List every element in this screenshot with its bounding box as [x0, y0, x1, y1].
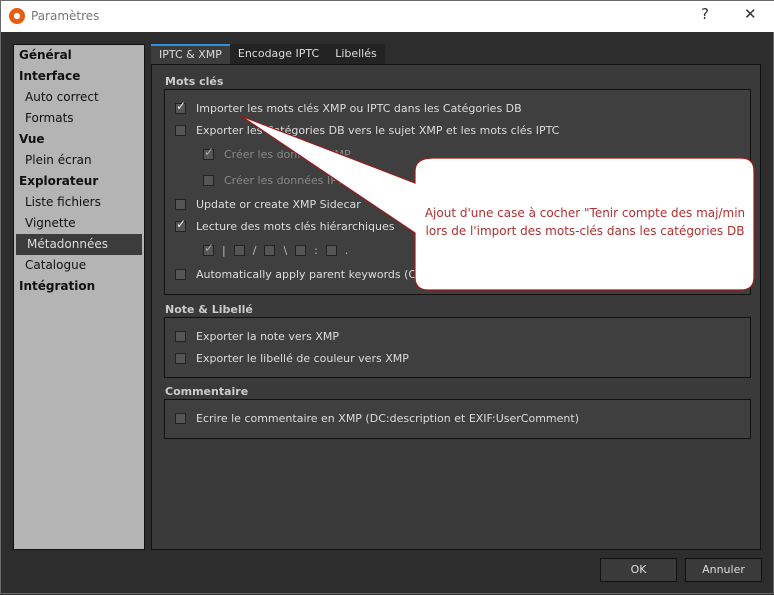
sidebar-item-formats[interactable]: Formats [14, 108, 144, 129]
separator-checkbox[interactable] [233, 245, 245, 256]
checkbox-checked[interactable] [203, 145, 214, 160]
checkbox-label: Lecture des mots clés hiérarchiques [196, 220, 395, 233]
export-color-label-checkbox[interactable]: Exporter le libellé de couleur vers XMP [175, 352, 409, 365]
sidebar-item-auto-correct[interactable]: Auto correct [14, 87, 144, 108]
create-xmp-checkbox[interactable]: Créer les données XMP [203, 145, 351, 161]
tab-iptc-xmp[interactable]: IPTC & XMP [151, 44, 230, 65]
separator-label: \ [283, 244, 288, 257]
checkbox-label: Exporter le libellé de couleur vers XMP [196, 352, 409, 365]
checkbox-checked[interactable] [175, 99, 186, 114]
checkbox-unchecked[interactable] [175, 125, 186, 136]
separator-label: : [314, 244, 318, 257]
checkbox-label: Importer les mots clés XMP ou IPTC dans … [196, 102, 522, 115]
separator-checkbox[interactable] [264, 245, 276, 256]
settings-sidebar: Général Interface Auto correct Formats V… [13, 44, 145, 550]
sidebar-item-vue[interactable]: Vue [14, 129, 144, 150]
parent-keywords-checkbox[interactable]: Automatically apply parent keywords (Ctr… [175, 268, 519, 281]
help-button[interactable]: ? [701, 5, 709, 23]
checkbox-unchecked[interactable] [203, 175, 214, 186]
separator-checkbox[interactable] [203, 241, 214, 256]
sidebar-item-catalogue[interactable]: Catalogue [14, 255, 144, 276]
export-note-checkbox[interactable]: Exporter la note vers XMP [175, 330, 339, 343]
cancel-button[interactable]: Annuler [685, 558, 762, 582]
sidebar-item-liste-fichiers[interactable]: Liste fichiers [14, 192, 144, 213]
tab-bar: IPTC & XMP Encodage IPTC Libellés [151, 44, 385, 65]
separator-checkbox[interactable] [295, 245, 307, 256]
app-logo-icon [9, 8, 25, 24]
window-title: Paramètres [31, 9, 100, 23]
sidebar-item-interface[interactable]: Interface [14, 66, 144, 87]
checkbox-label: Exporter la note vers XMP [196, 330, 340, 343]
checkbox-label: Ecrire le commentaire en XMP (DC:descrip… [196, 412, 579, 425]
create-iptc-checkbox[interactable]: Créer les données IPTC [203, 174, 351, 187]
annotation-line: lors de l'import des mots-clés dans les … [425, 224, 745, 238]
separator-label: | [222, 244, 226, 257]
separator-label: / [252, 244, 257, 257]
checkbox-unchecked[interactable] [175, 413, 186, 424]
checkbox-unchecked[interactable] [175, 269, 186, 280]
group-label-note: Note & Libellé [165, 303, 253, 316]
group-label-mots-cles: Mots clés [165, 75, 224, 88]
sidebar-item-plein-ecran[interactable]: Plein écran [14, 150, 144, 171]
checkbox-label: Update or create XMP Sidecar [196, 198, 361, 211]
hierarchical-keywords-checkbox[interactable]: Lecture des mots clés hiérarchiques [175, 217, 395, 233]
separator-options: | / \ : . [203, 241, 356, 257]
annotation-line: Ajout d'une case à cocher "Tenir compte … [424, 206, 746, 220]
import-keywords-checkbox[interactable]: Importer les mots clés XMP ou IPTC dans … [175, 99, 522, 115]
sidebar-item-general[interactable]: Général [14, 45, 144, 66]
checkbox-unchecked[interactable] [175, 331, 186, 342]
separator-label: . [344, 244, 349, 257]
separator-checkbox[interactable] [325, 245, 337, 256]
checkbox-unchecked[interactable] [175, 353, 186, 364]
sidebar-item-explorateur[interactable]: Explorateur [14, 171, 144, 192]
title-bar: Paramètres ? ✕ [1, 1, 774, 32]
sidebar-item-vignette[interactable]: Vignette [14, 213, 144, 234]
xmp-sidecar-checkbox[interactable]: Update or create XMP Sidecar [175, 198, 361, 211]
checkbox-unchecked[interactable] [175, 199, 186, 210]
group-commentaire: Ecrire le commentaire en XMP (DC:descrip… [164, 399, 751, 439]
tab-encodage-iptc[interactable]: Encodage IPTC [229, 44, 328, 65]
checkbox-checked[interactable] [175, 217, 186, 232]
close-button[interactable]: ✕ [744, 5, 757, 23]
sidebar-item-integration[interactable]: Intégration [14, 276, 144, 297]
checkbox-label: Automatically apply parent keywords (Ctr… [196, 268, 519, 281]
ok-button[interactable]: OK [600, 558, 677, 582]
group-mots-cles: Importer les mots clés XMP ou IPTC dans … [164, 89, 751, 295]
tab-libelles[interactable]: Libellés [327, 44, 385, 65]
sidebar-item-metadonnees[interactable]: Métadonnées [16, 234, 142, 255]
checkbox-label: Créer les données IPTC [224, 174, 351, 187]
checkbox-label: Exporter les Catégories DB vers le sujet… [196, 124, 560, 137]
group-note: Exporter la note vers XMP Exporter le li… [164, 317, 751, 378]
export-categories-checkbox[interactable]: Exporter les Catégories DB vers le sujet… [175, 124, 559, 137]
group-label-commentaire: Commentaire [165, 385, 249, 398]
annotation-text: Ajout d'une case à cocher "Tenir compte … [417, 204, 753, 240]
write-comment-checkbox[interactable]: Ecrire le commentaire en XMP (DC:descrip… [175, 412, 579, 425]
checkbox-label: Créer les données XMP [224, 148, 351, 161]
tab-panel: Mots clés Importer les mots clés XMP ou … [151, 64, 761, 550]
